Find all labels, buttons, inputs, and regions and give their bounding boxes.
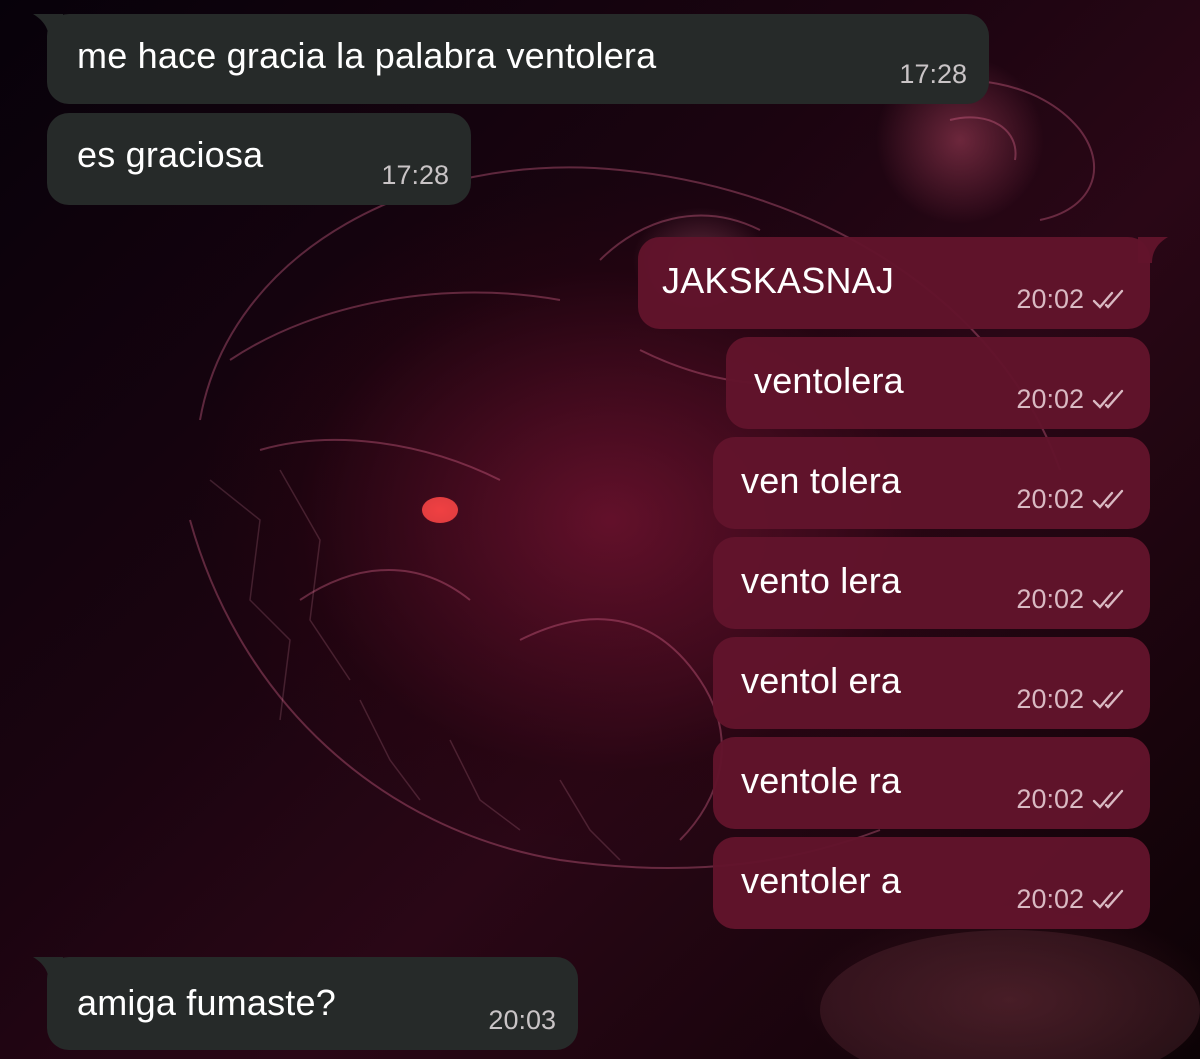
message-bubble-outgoing[interactable]: ventole ra 20:02	[713, 737, 1150, 829]
double-check-icon	[1092, 389, 1124, 409]
message-text: me hace gracia la palabra ventolera	[77, 35, 657, 76]
message-time: 20:02	[1016, 884, 1084, 914]
message-time: 20:03	[488, 1005, 556, 1035]
message-bubble-outgoing[interactable]: ven tolera 20:02	[713, 437, 1150, 529]
message-bubble-outgoing[interactable]: ventoler a 20:02	[713, 837, 1150, 929]
message-time: 17:28	[381, 160, 449, 190]
message-bubble-outgoing[interactable]: ventolera 20:02	[726, 337, 1150, 429]
message-text: ven tolera	[741, 460, 902, 501]
message-text: ventolera	[754, 360, 904, 401]
message-text: vento lera	[741, 560, 902, 601]
double-check-icon	[1092, 489, 1124, 509]
double-check-icon	[1092, 789, 1124, 809]
message-text: amiga fumaste?	[77, 982, 336, 1023]
message-time: 20:02	[1016, 784, 1084, 814]
message-text: ventoler a	[741, 860, 902, 901]
double-check-icon	[1092, 689, 1124, 709]
message-time: 17:28	[899, 59, 967, 89]
message-time: 20:02	[1016, 384, 1084, 414]
message-time: 20:02	[1016, 284, 1084, 314]
double-check-icon	[1092, 289, 1124, 309]
double-check-icon	[1092, 889, 1124, 909]
message-bubble-outgoing[interactable]: vento lera 20:02	[713, 537, 1150, 629]
message-text: ventole ra	[741, 760, 902, 801]
message-bubble-incoming[interactable]: es graciosa 17:28	[47, 113, 471, 205]
message-text: ventol era	[741, 660, 902, 701]
message-text: es graciosa	[77, 134, 264, 175]
bubble-tail-icon	[33, 14, 63, 40]
bubble-tail-icon	[33, 957, 63, 983]
message-time: 20:02	[1016, 484, 1084, 514]
message-bubble-outgoing[interactable]: JAKSKASNAJ 20:02	[638, 237, 1168, 329]
message-time: 20:02	[1016, 584, 1084, 614]
message-bubble-incoming[interactable]: amiga fumaste? 20:03	[33, 957, 578, 1050]
message-bubble-outgoing[interactable]: ventol era 20:02	[713, 637, 1150, 729]
message-time: 20:02	[1016, 684, 1084, 714]
chat-view[interactable]: me hace gracia la palabra ventolera 17:2…	[0, 0, 1200, 1059]
double-check-icon	[1092, 589, 1124, 609]
message-bubble-incoming[interactable]: me hace gracia la palabra ventolera 17:2…	[33, 14, 989, 104]
bubble-tail-icon	[1138, 237, 1168, 263]
message-text: JAKSKASNAJ	[662, 260, 895, 301]
